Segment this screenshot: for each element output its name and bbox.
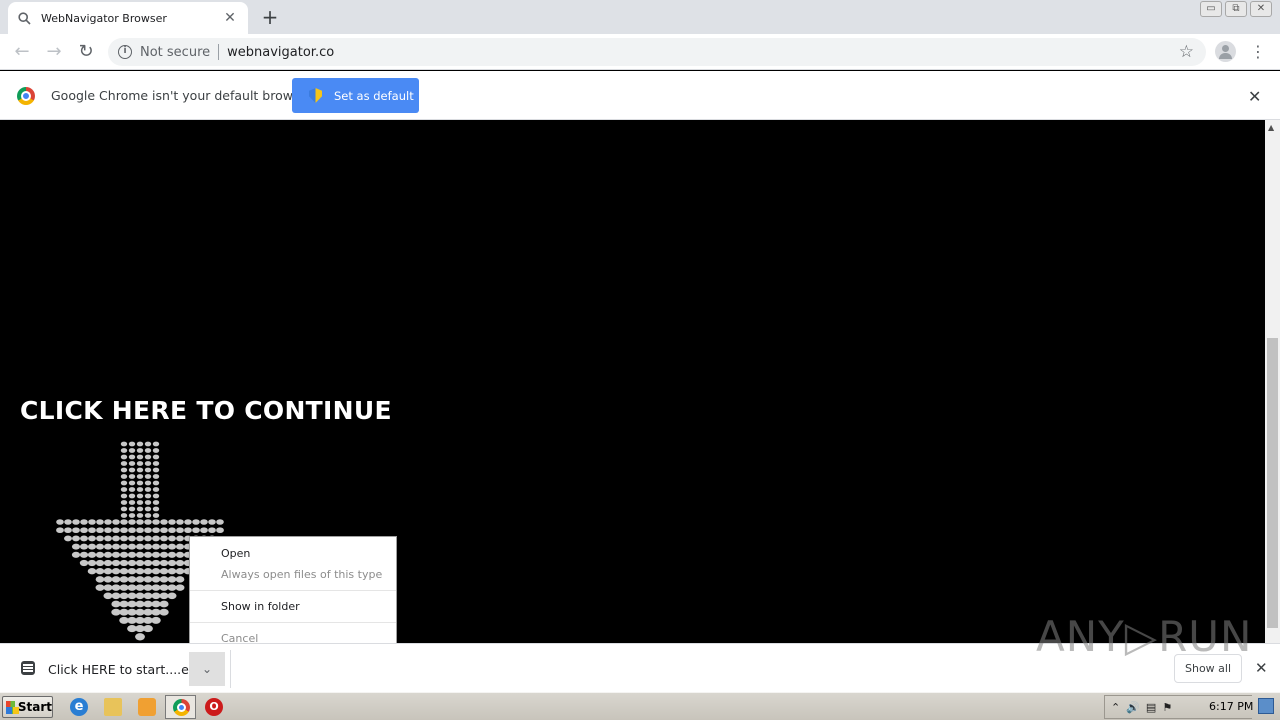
action-center-flag-icon[interactable]: ⚑ xyxy=(1162,701,1172,714)
menu-item-always-open[interactable]: Always open files of this type xyxy=(190,564,396,585)
url-text[interactable]: webnavigator.co xyxy=(227,45,334,60)
minimize-button[interactable]: ▭ xyxy=(1200,1,1222,17)
chrome-taskbar-button[interactable] xyxy=(165,695,196,719)
browser-tab[interactable]: WebNavigator Browser ✕ xyxy=(8,2,248,34)
download-context-menu: Open Always open files of this type Show… xyxy=(189,536,397,650)
network-icon[interactable]: ▤ xyxy=(1146,701,1156,714)
chrome-icon xyxy=(173,699,190,716)
scroll-up-arrow-icon[interactable]: ▲ xyxy=(1268,123,1274,132)
forward-button[interactable]: → xyxy=(43,41,65,63)
internet-explorer-icon[interactable]: e xyxy=(70,698,88,716)
default-browser-infobar: Google Chrome isn't your default browser… xyxy=(0,71,1280,120)
start-button[interactable]: Start xyxy=(2,696,53,718)
volume-icon[interactable]: 🔊 xyxy=(1126,701,1140,714)
explorer-folder-icon[interactable] xyxy=(104,698,122,716)
page-scrollbar[interactable]: ▲ xyxy=(1265,120,1280,643)
search-icon xyxy=(18,11,31,25)
infobar-message: Google Chrome isn't your default browser xyxy=(51,88,313,103)
set-as-default-button[interactable]: Set as default xyxy=(292,78,419,113)
click-here-headline[interactable]: CLICK HERE TO CONTINUE xyxy=(20,396,392,425)
chrome-menu-icon[interactable]: ⋮ xyxy=(1250,41,1266,63)
start-label: Start xyxy=(17,700,52,714)
media-player-icon[interactable] xyxy=(138,698,156,716)
chrome-logo-icon xyxy=(17,87,35,105)
menu-separator xyxy=(190,590,396,591)
address-bar[interactable]: i Not secure webnavigator.co ☆ xyxy=(108,38,1206,66)
opera-icon[interactable]: O xyxy=(205,698,223,716)
tab-strip: WebNavigator Browser ✕ + ▭ ⧉ ✕ xyxy=(0,0,1280,34)
close-window-button[interactable]: ✕ xyxy=(1250,1,1272,17)
menu-separator xyxy=(190,622,396,623)
tab-close-icon[interactable]: ✕ xyxy=(222,10,238,26)
download-shelf: ANY▷RUN Click HERE to start....exe ⌄ Sho… xyxy=(0,612,1280,692)
tray-expand-icon[interactable]: ⌃ xyxy=(1111,701,1120,714)
uac-shield-icon xyxy=(309,88,322,103)
windows-taskbar: Start e O ⌃ 🔊 ▤ ⚑ 6:17 PM xyxy=(0,692,1280,720)
taskbar-clock[interactable]: 6:17 PM xyxy=(1209,700,1253,713)
info-icon[interactable]: i xyxy=(118,45,132,59)
scroll-thumb[interactable] xyxy=(1267,338,1278,628)
profile-avatar-icon[interactable] xyxy=(1215,41,1236,62)
restore-button[interactable]: ⧉ xyxy=(1225,1,1247,17)
back-button[interactable]: ← xyxy=(11,41,33,63)
bookmark-star-icon[interactable]: ☆ xyxy=(1179,42,1194,62)
set-as-default-label: Set as default xyxy=(334,88,414,103)
infobar-close-icon[interactable]: ✕ xyxy=(1248,87,1261,106)
download-filename[interactable]: Click HERE to start....exe xyxy=(48,662,203,677)
omnibox-separator xyxy=(218,44,220,60)
menu-item-open[interactable]: Open xyxy=(190,543,396,564)
new-tab-button[interactable]: + xyxy=(258,6,282,28)
windows-logo-icon xyxy=(6,700,19,714)
tab-title: WebNavigator Browser xyxy=(41,11,167,25)
show-all-button[interactable]: Show all xyxy=(1174,654,1242,683)
menu-item-show-in-folder[interactable]: Show in folder xyxy=(190,596,396,617)
security-indicator[interactable]: Not secure xyxy=(140,45,210,60)
download-divider xyxy=(230,650,231,688)
show-desktop-icon[interactable] xyxy=(1258,698,1274,714)
shelf-close-icon[interactable]: ✕ xyxy=(1255,659,1268,677)
window-controls: ▭ ⧉ ✕ xyxy=(1200,1,1272,17)
reload-button[interactable]: ↻ xyxy=(75,41,97,63)
download-menu-chevron-icon[interactable]: ⌄ xyxy=(189,652,225,686)
browser-toolbar: ← → ↻ i Not secure webnavigator.co ☆ xyxy=(0,34,1280,70)
exe-file-icon xyxy=(21,661,35,675)
